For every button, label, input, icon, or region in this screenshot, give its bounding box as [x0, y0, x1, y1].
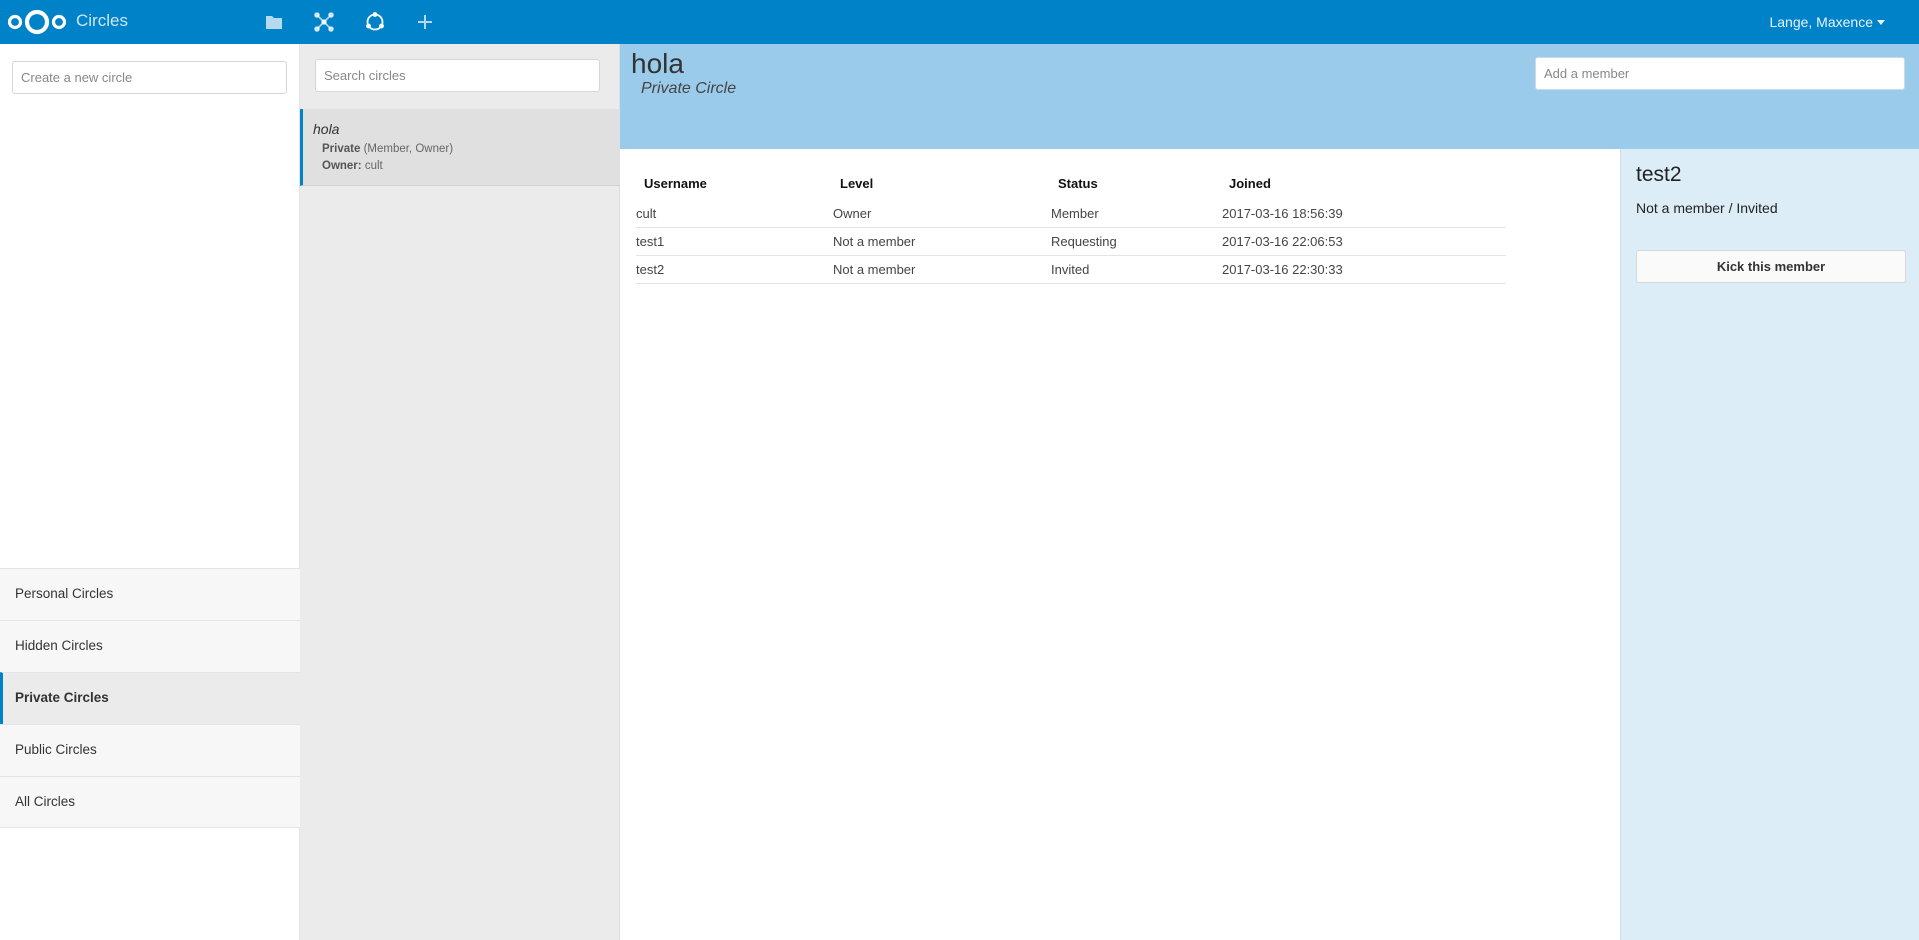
circle-type: Private [322, 143, 361, 155]
add-member-input[interactable] [1535, 57, 1905, 90]
cell-status: Member [1051, 206, 1099, 221]
cell-level: Not a member [833, 262, 916, 277]
members-table: Username Level Status Joined cult Owner … [636, 172, 1506, 284]
app-navigation: Personal Circles Hidden Circles Private … [0, 44, 300, 940]
cell-status: Requesting [1051, 234, 1117, 249]
circle-roles: (Member, Owner) [363, 143, 454, 155]
circles-icon[interactable] [364, 11, 386, 33]
member-name: test2 [1636, 163, 1682, 186]
nav-item-personal-circles[interactable]: Personal Circles [0, 568, 300, 620]
circle-list-panel: hola Private (Member, Owner) Owner: cult [300, 44, 620, 940]
network-icon[interactable] [313, 11, 335, 33]
circle-owner: cult [364, 160, 383, 172]
cell-username: cult [636, 206, 657, 221]
caret-down-icon [1877, 20, 1885, 25]
nav-item-private-circles[interactable]: Private Circles [0, 672, 300, 724]
nextcloud-logo-icon[interactable] [7, 8, 67, 36]
nav-item-hidden-circles[interactable]: Hidden Circles [0, 620, 300, 672]
user-menu[interactable]: Lange, Maxence [1769, 14, 1885, 30]
circle-filter-list: Personal Circles Hidden Circles Private … [0, 568, 300, 828]
app-name[interactable]: Circles [76, 11, 128, 31]
circle-header: hola Private Circle [620, 44, 1919, 149]
cell-status: Invited [1051, 262, 1090, 277]
circle-name: hola [313, 121, 340, 137]
files-icon[interactable] [263, 11, 285, 33]
member-details-panel: test2 Not a member / Invited Kick this m… [1620, 149, 1919, 940]
table-row[interactable]: test2 Not a member Invited 2017-03-16 22… [636, 256, 1506, 284]
cell-joined: 2017-03-16 18:56:39 [1222, 206, 1343, 221]
column-joined[interactable]: Joined [1222, 172, 1506, 196]
cell-joined: 2017-03-16 22:30:33 [1222, 262, 1343, 277]
nav-item-public-circles[interactable]: Public Circles [0, 724, 300, 776]
circle-owner-label: Owner: [322, 160, 362, 172]
circle-type-line: Private (Member, Owner) [322, 141, 610, 158]
column-status[interactable]: Status [1051, 172, 1222, 196]
add-icon[interactable] [414, 11, 436, 33]
cell-level: Not a member [833, 234, 916, 249]
create-circle-input[interactable] [12, 61, 287, 94]
cell-username: test2 [636, 262, 665, 277]
cell-level: Owner [833, 206, 872, 221]
table-header: Username Level Status Joined [636, 172, 1506, 196]
column-username[interactable]: Username [636, 172, 833, 196]
table-row[interactable]: cult Owner Member 2017-03-16 18:56:39 [636, 200, 1506, 228]
user-name: Lange, Maxence [1769, 14, 1873, 30]
table-row[interactable]: test1 Not a member Requesting 2017-03-16… [636, 228, 1506, 256]
search-circles-input[interactable] [315, 59, 600, 92]
circle-list-item[interactable]: hola Private (Member, Owner) Owner: cult [300, 109, 620, 186]
circle-owner-line: Owner: cult [322, 158, 610, 175]
top-bar: Circles Lange, Maxence [0, 0, 1919, 44]
column-level[interactable]: Level [833, 172, 1051, 196]
cell-username: test1 [636, 234, 665, 249]
cell-joined: 2017-03-16 22:06:53 [1222, 234, 1343, 249]
circle-subtitle: Private Circle [641, 80, 737, 97]
circle-title: hola [631, 48, 684, 79]
kick-member-button[interactable]: Kick this member [1636, 250, 1906, 283]
member-status: Not a member / Invited [1636, 200, 1778, 216]
nav-item-all-circles[interactable]: All Circles [0, 776, 300, 828]
